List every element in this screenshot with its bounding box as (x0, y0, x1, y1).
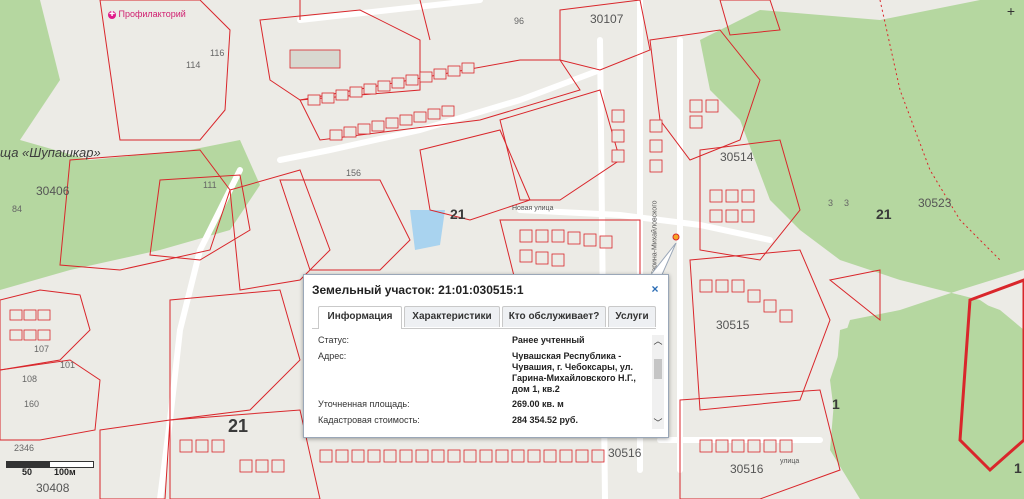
tab-services[interactable]: Услуги (608, 306, 656, 327)
cadastral-value-label: Кадастровая стоимость: (318, 415, 420, 425)
parcel-label: 107 (34, 344, 50, 354)
parcel-label: 114 (186, 60, 201, 70)
status-label: Статус: (318, 335, 349, 345)
area-value: 269.00 кв. м (512, 399, 564, 409)
quarter-label: 30514 (720, 150, 754, 164)
scroll-up-icon[interactable]: ︿ (652, 335, 664, 347)
parcel-label: 160 (24, 399, 40, 409)
close-button[interactable]: × (648, 282, 662, 296)
popup-scrollbar[interactable]: ︿ ﹀ (652, 335, 664, 429)
parcel-label: 101 (60, 360, 76, 370)
parcel-label: 156 (346, 168, 362, 178)
popup-pointer (649, 243, 677, 277)
tab-information[interactable]: Информация (318, 306, 402, 329)
quarter-label: 30523 (918, 196, 952, 210)
district-label: 21 (450, 206, 466, 222)
quarter-label: 30408 (36, 481, 70, 495)
parcel-label: 116 (210, 48, 225, 58)
scale-bar-graphic (6, 461, 94, 468)
parcel-label: 111 (203, 180, 217, 190)
address-label: Адрес: (318, 351, 347, 361)
popup-info-body: Статус: Ранее учтенный Адрес: Чувашская … (312, 331, 656, 431)
quarter-label: 30516 (608, 446, 642, 460)
popup-title: Земельный участок: 21:01:030515:1 (312, 283, 524, 297)
tab-characteristics[interactable]: Характеристики (404, 306, 500, 327)
parcel-label: 108 (22, 374, 38, 384)
popup-tabs: Информация Характеристики Кто обслуживае… (312, 306, 656, 329)
scroll-down-icon[interactable]: ﹀ (652, 417, 664, 429)
cadastral-value-value: 284 354.52 руб. (512, 415, 578, 425)
scale-label-end: 100м (54, 467, 76, 477)
quarter-label: 30516 (730, 462, 764, 476)
scale-label-mid: 50 (22, 467, 33, 477)
medical-icon: ✚ (108, 10, 116, 19)
pond (410, 210, 445, 250)
district-label: 1 (832, 396, 840, 412)
parcel-label: 84 (12, 204, 23, 214)
address-value: Чувашская Республика - Чувашия, г. Чебок… (512, 351, 636, 394)
district-label: 21 (228, 416, 249, 436)
street-label: Новая улица (512, 205, 554, 212)
zoom-in-button[interactable]: + (1004, 4, 1018, 18)
selected-parcel-marker (672, 233, 680, 241)
poi-name: Профилакторий (118, 9, 186, 19)
place-label: ща «Шупашкар» (0, 145, 101, 160)
district-label: 21 (876, 206, 892, 222)
scroll-thumb[interactable] (654, 359, 662, 379)
scale-bar: 50 100м (2, 458, 98, 482)
quarter-label: 30515 (716, 318, 750, 332)
parcel-label: 3 (844, 198, 850, 208)
status-value: Ранее учтенный (512, 335, 585, 345)
parcel-label: 2346 (14, 443, 35, 453)
district-label: 1 (1014, 460, 1022, 476)
parcel-info-popup: Земельный участок: 21:01:030515:1 × Инфо… (303, 274, 669, 438)
parcel-label: 3 (828, 198, 834, 208)
poi-label[interactable]: ✚ Профилакторий (108, 9, 186, 19)
quarter-label: 30107 (590, 12, 624, 26)
area-label: Уточненная площадь: (318, 399, 410, 409)
street-label: улица (780, 458, 800, 465)
parcel-label: 96 (514, 16, 525, 26)
tab-who-serves[interactable]: Кто обслуживает? (502, 306, 606, 327)
quarter-label: 30406 (36, 184, 70, 198)
